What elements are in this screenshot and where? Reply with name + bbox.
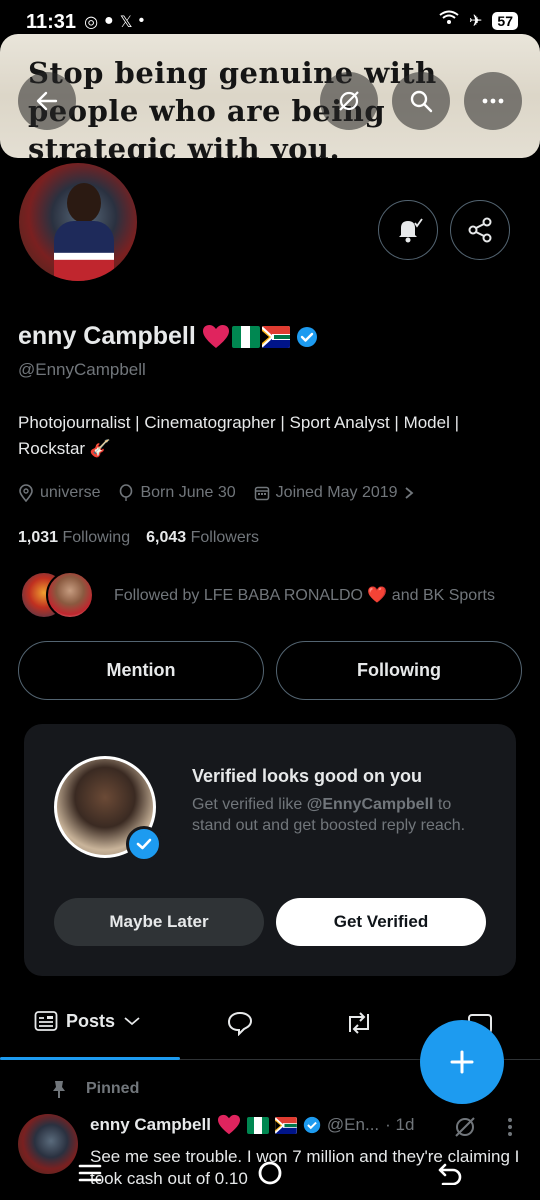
location-icon — [19, 484, 33, 502]
share-button[interactable] — [450, 200, 510, 260]
name-row: enny Campbell — [18, 322, 318, 351]
pin-icon — [53, 1081, 65, 1098]
chat-icon: ● — [104, 12, 114, 29]
followers-stat[interactable]: 6,043 Followers — [146, 529, 259, 547]
calendar-icon — [254, 486, 269, 501]
following-button[interactable]: Following — [276, 641, 522, 700]
app-icon: • — [138, 12, 145, 29]
wifi-icon — [439, 10, 459, 31]
joined-text: Joined May 2019 — [275, 484, 398, 501]
location-text: universe — [40, 484, 101, 501]
profile-meta: universe Born June 30 Joined May 2019 — [18, 484, 414, 502]
compose-icon — [450, 1050, 474, 1074]
grok-icon — [339, 91, 359, 111]
balloon-icon — [120, 484, 133, 501]
pinned-label: Pinned — [86, 1080, 140, 1097]
following-count: 1,031 — [18, 529, 59, 546]
followed-by-text: Followed by LFE BABA RONALDO ❤️ and BK S… — [114, 587, 495, 604]
home-icon — [258, 1161, 282, 1184]
profile-avatar[interactable] — [16, 160, 140, 284]
grok-icon — [455, 1117, 475, 1137]
search-button[interactable] — [392, 72, 450, 130]
airplane-icon: ✈ — [469, 12, 483, 30]
notifications-button[interactable] — [378, 200, 438, 260]
mention-button[interactable]: Mention — [18, 641, 264, 700]
bell-icon — [399, 218, 423, 243]
follower-avatar-2 — [46, 571, 94, 619]
joined-item[interactable]: Joined May 2019 — [254, 484, 414, 502]
system-icons: ✈ 57 — [439, 10, 518, 31]
back-arrow-icon — [36, 91, 58, 111]
birthday-text: Born June 30 — [140, 484, 236, 501]
verified-badge-icon[interactable] — [296, 326, 318, 348]
back-nav-button[interactable] — [437, 1161, 463, 1190]
display-name: enny Campbell — [18, 322, 196, 350]
notification-icons: ◎ ● 𝕏 • — [84, 12, 144, 32]
status-time: 11:31 — [26, 10, 77, 33]
chevron-right-icon — [404, 487, 413, 499]
home-button[interactable] — [257, 1160, 283, 1191]
more-vertical-icon — [508, 1118, 512, 1136]
recents-icon — [78, 1164, 102, 1181]
get-verified-button[interactable]: Get Verified — [276, 898, 486, 946]
chevron-down-icon — [124, 1017, 140, 1026]
posts-icon — [34, 1011, 58, 1031]
profile-handle: @EnnyCampbell — [18, 360, 146, 379]
post-header: enny Campbell @En... · 1d — [90, 1114, 414, 1136]
tab-reposts[interactable] — [344, 1010, 374, 1036]
verified-badge-icon — [126, 826, 162, 862]
location-item: universe — [18, 484, 100, 502]
nigeria-flag-icon — [231, 325, 260, 348]
heart-icon — [217, 1114, 240, 1135]
search-icon — [410, 90, 433, 113]
verified-promo-card: Verified looks good on you Get verified … — [24, 724, 516, 976]
maybe-later-button[interactable]: Maybe Later — [54, 898, 264, 946]
grok-button[interactable] — [320, 72, 378, 130]
reply-icon — [227, 1011, 253, 1036]
back-nav-icon — [438, 1163, 462, 1185]
compose-button[interactable] — [420, 1020, 504, 1104]
promo-handle: @EnnyCampbell — [306, 796, 434, 813]
name-emojis — [202, 324, 290, 350]
nigeria-flag-icon — [246, 1116, 269, 1134]
post-author-handle: @En... — [326, 1115, 380, 1134]
battery-indicator: 57 — [492, 11, 518, 30]
back-button[interactable] — [18, 72, 76, 130]
post-more-button[interactable] — [506, 1116, 514, 1143]
south-africa-flag-icon — [274, 1116, 297, 1134]
post-time: · 1d — [385, 1115, 415, 1134]
tab-replies[interactable] — [226, 1010, 254, 1036]
status-bar: 11:31 ◎ ● 𝕏 • ✈ 57 — [0, 0, 540, 44]
whatsapp-icon: ◎ — [84, 14, 99, 31]
followers-label: Followers — [190, 529, 260, 546]
recents-button[interactable] — [77, 1163, 103, 1188]
more-icon — [482, 98, 504, 104]
heart-icon — [202, 324, 229, 348]
active-tab-indicator — [0, 1057, 180, 1060]
follow-stats: 1,031 Following 6,043 Followers — [18, 529, 259, 547]
profile-bio: Photojournalist | Cinematographer | Spor… — [18, 413, 460, 458]
share-icon — [468, 217, 492, 243]
promo-title: Verified looks good on you — [192, 766, 423, 786]
following-label: Following — [62, 529, 131, 546]
pinned-label-row: Pinned — [50, 1079, 139, 1099]
verified-badge-icon — [303, 1116, 321, 1134]
post-author-name[interactable]: enny Campbell — [90, 1115, 211, 1135]
system-nav-bar — [0, 1150, 540, 1200]
post-grok-button[interactable] — [452, 1114, 478, 1145]
followed-by-row[interactable]: Followed by LFE BABA RONALDO ❤️ and BK S… — [20, 571, 495, 619]
more-button[interactable] — [464, 72, 522, 130]
following-stat[interactable]: 1,031 Following — [18, 529, 130, 547]
tab-posts-label: Posts — [66, 1010, 116, 1031]
repost-icon — [349, 1012, 369, 1034]
tab-posts[interactable]: Posts — [34, 1010, 141, 1032]
promo-description: Get verified like @EnnyCampbell to stand… — [192, 796, 466, 834]
birthday-item: Born June 30 — [118, 484, 236, 502]
profile-banner[interactable]: Stop being genuine with people who are b… — [0, 34, 540, 158]
banner-text: Stop being genuine with people who are b… — [28, 56, 437, 158]
followers-count: 6,043 — [146, 529, 187, 546]
x-icon: 𝕏 — [119, 14, 133, 31]
south-africa-flag-icon — [261, 325, 290, 348]
